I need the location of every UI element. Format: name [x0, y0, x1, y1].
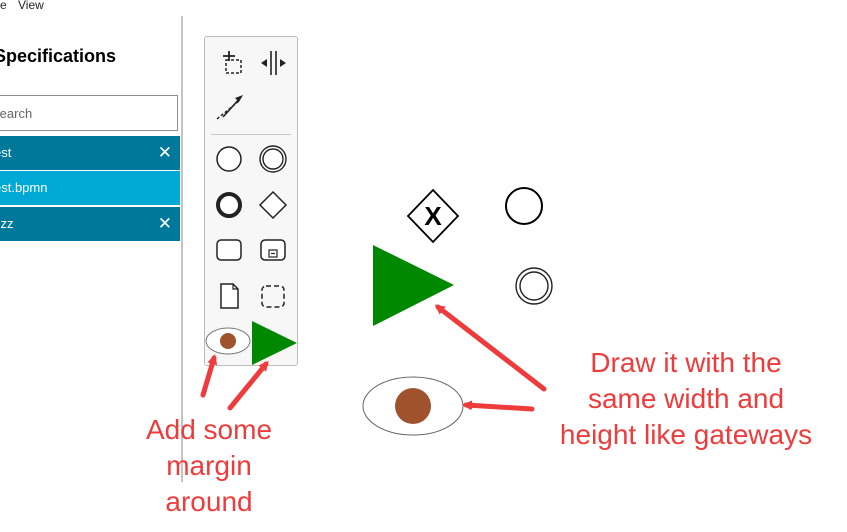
task-icon[interactable]	[209, 230, 249, 270]
lasso-tool-icon[interactable]	[253, 43, 293, 83]
subprocess-icon[interactable]	[253, 230, 293, 270]
spec-item-zzz[interactable]: zzz ✕	[0, 207, 180, 241]
spec-item-est[interactable]: est ✕	[0, 136, 180, 170]
search-input[interactable]	[0, 96, 171, 130]
arrow-to-canvas-eye	[462, 400, 535, 412]
intermediate-event-icon[interactable]	[253, 139, 293, 179]
gateway-icon[interactable]	[253, 185, 293, 225]
annotation-line: Add some	[145, 414, 273, 445]
menu-view[interactable]: View	[18, 0, 44, 12]
create-space-icon[interactable]	[209, 43, 249, 83]
palette-separator	[211, 134, 291, 135]
annotation-right: Draw it with the same width and height l…	[542, 345, 830, 453]
start-event[interactable]	[500, 182, 548, 230]
end-event-icon[interactable]	[209, 185, 249, 225]
annotation-line: margin	[166, 450, 252, 481]
annotation-line: height like gateways	[559, 419, 813, 450]
global-connect-icon[interactable]	[209, 87, 249, 127]
close-icon[interactable]: ✕	[158, 215, 172, 232]
sidebar-title: Specifications	[0, 46, 117, 66]
exclusive-gateway[interactable]: X	[404, 187, 464, 245]
annotation-line: around	[165, 486, 253, 517]
spec-item-est-bpmn[interactable]: est.bpmn	[0, 171, 180, 205]
tool-palette	[204, 36, 298, 366]
gateway-x-label: X	[424, 201, 442, 231]
arrow-to-triangle-icon	[227, 360, 269, 411]
play-triangle-icon[interactable]	[250, 319, 298, 367]
eye-shape[interactable]	[360, 374, 468, 438]
group-icon[interactable]	[253, 276, 293, 316]
annotation-left: Add some margin around	[136, 412, 282, 520]
eye-icon[interactable]	[204, 325, 252, 357]
annotation-line: same width and	[587, 383, 785, 414]
spec-item-label: est.bpmn	[0, 180, 48, 195]
spec-item-label: est	[0, 145, 12, 160]
spec-item-label: zzz	[0, 216, 14, 231]
close-icon[interactable]: ✕	[158, 144, 172, 161]
search-box[interactable]	[0, 95, 178, 131]
start-event-icon[interactable]	[209, 139, 249, 179]
intermediate-event[interactable]	[510, 264, 558, 310]
play-triangle[interactable]	[368, 242, 458, 328]
menu-file[interactable]: e	[0, 0, 7, 12]
annotation-line: Draw it with the	[590, 347, 782, 378]
data-object-icon[interactable]	[209, 276, 249, 316]
